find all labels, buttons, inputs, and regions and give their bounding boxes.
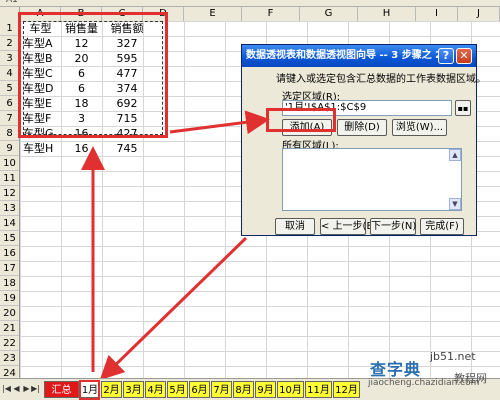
row-header-4[interactable]: 4: [0, 66, 19, 81]
pivot-wizard-dialog: 数据透视表和数据透视图向导 -- 3 步骤之 2b ? ✕ 请键入或选定包含汇总…: [241, 44, 486, 236]
tab-march[interactable]: 3月: [123, 381, 144, 398]
delete-button[interactable]: 删除(D): [337, 119, 387, 136]
column-header-h[interactable]: H: [358, 7, 416, 21]
tab-july[interactable]: 7月: [211, 381, 232, 398]
select-all-corner[interactable]: [0, 7, 20, 21]
tab-august[interactable]: 8月: [233, 381, 254, 398]
active-tab-highlight: [79, 380, 100, 400]
row-header-16[interactable]: 16: [0, 246, 19, 261]
row-header-19[interactable]: 19: [0, 291, 19, 306]
cancel-button[interactable]: 取消: [275, 218, 315, 235]
cell-quantity[interactable]: 16: [61, 141, 102, 156]
row-header-bar: 1 2 3 4 5 6 7 8 9 10 11 12 13 14 15 16 17 18 19 20 21 22 23 24: [0, 21, 20, 381]
row-header-8[interactable]: 8: [0, 126, 19, 141]
first-sheet-icon[interactable]: |◀: [2, 383, 11, 395]
row-header-13[interactable]: 13: [0, 201, 19, 216]
collapse-dialog-button[interactable]: ▪▪: [455, 100, 471, 116]
dialog-titlebar[interactable]: 数据透视表和数据透视图向导 -- 3 步骤之 2b ? ✕: [242, 45, 476, 67]
tab-may[interactable]: 5月: [167, 381, 188, 398]
tab-september[interactable]: 9月: [255, 381, 276, 398]
browse-button[interactable]: 浏览(W)...: [392, 119, 447, 136]
row-header-1[interactable]: 1: [0, 21, 19, 36]
watermark-url: jiaocheng.chazidian.com: [368, 378, 480, 388]
tab-april[interactable]: 4月: [145, 381, 166, 398]
next-sheet-icon[interactable]: ▶: [22, 383, 31, 395]
dialog-title: 数据透视表和数据透视图向导 -- 3 步骤之 2b: [246, 50, 450, 61]
back-button[interactable]: < 上一步(B): [320, 218, 377, 235]
tab-december[interactable]: 12月: [333, 381, 360, 398]
scroll-up-icon[interactable]: ▲: [449, 149, 461, 161]
row-header-22[interactable]: 22: [0, 336, 19, 351]
all-ranges-list[interactable]: ▲ ▼: [282, 148, 462, 211]
name-box-strip: A1: [0, 0, 500, 7]
column-header-g[interactable]: G: [300, 7, 358, 21]
row-header-5[interactable]: 5: [0, 81, 19, 96]
row-header-9[interactable]: 9: [0, 141, 19, 156]
help-button[interactable]: ?: [438, 48, 454, 64]
row-header-20[interactable]: 20: [0, 306, 19, 321]
row-header-12[interactable]: 12: [0, 186, 19, 201]
tab-summary[interactable]: 汇总: [44, 381, 79, 398]
row-header-23[interactable]: 23: [0, 351, 19, 366]
tab-october[interactable]: 10月: [277, 381, 304, 398]
watermark: jb51.net 查字典 教程网 jiaocheng.chazidian.com: [368, 350, 498, 396]
finish-button[interactable]: 完成(F): [420, 218, 464, 235]
column-header-e[interactable]: E: [184, 7, 242, 21]
tab-february[interactable]: 2月: [101, 381, 122, 398]
row-header-3[interactable]: 3: [0, 51, 19, 66]
tab-june[interactable]: 6月: [189, 381, 210, 398]
watermark-brand: 查字典: [370, 360, 422, 379]
row-header-10[interactable]: 10: [0, 156, 19, 171]
watermark-site: jb51.net: [430, 350, 476, 363]
close-button[interactable]: ✕: [456, 48, 472, 64]
row-header-2[interactable]: 2: [0, 36, 19, 51]
data-range-highlight: [18, 12, 168, 138]
cell-model[interactable]: 车型H: [20, 141, 64, 156]
row-header-11[interactable]: 11: [0, 171, 19, 186]
tab-november[interactable]: 11月: [305, 381, 332, 398]
add-button-highlight: [266, 108, 336, 132]
row-header-14[interactable]: 14: [0, 216, 19, 231]
row-header-17[interactable]: 17: [0, 261, 19, 276]
row-header-7[interactable]: 7: [0, 111, 19, 126]
name-box[interactable]: A1: [6, 0, 18, 5]
row-header-6[interactable]: 6: [0, 96, 19, 111]
dialog-instruction: 请键入或选定包含汇总数据的工作表数据区域。: [276, 74, 486, 85]
row-header-21[interactable]: 21: [0, 321, 19, 336]
last-sheet-icon[interactable]: ▶|: [31, 383, 40, 395]
scroll-down-icon[interactable]: ▼: [449, 198, 461, 210]
column-header-j[interactable]: J: [458, 7, 500, 21]
cell-amount[interactable]: 745: [102, 141, 152, 156]
prev-sheet-icon[interactable]: ◀: [12, 383, 21, 395]
row-header-15[interactable]: 15: [0, 231, 19, 246]
row-header-18[interactable]: 18: [0, 276, 19, 291]
column-header-i[interactable]: I: [416, 7, 458, 21]
next-button[interactable]: 下一步(N) >: [370, 218, 428, 235]
column-header-f[interactable]: F: [242, 7, 300, 21]
